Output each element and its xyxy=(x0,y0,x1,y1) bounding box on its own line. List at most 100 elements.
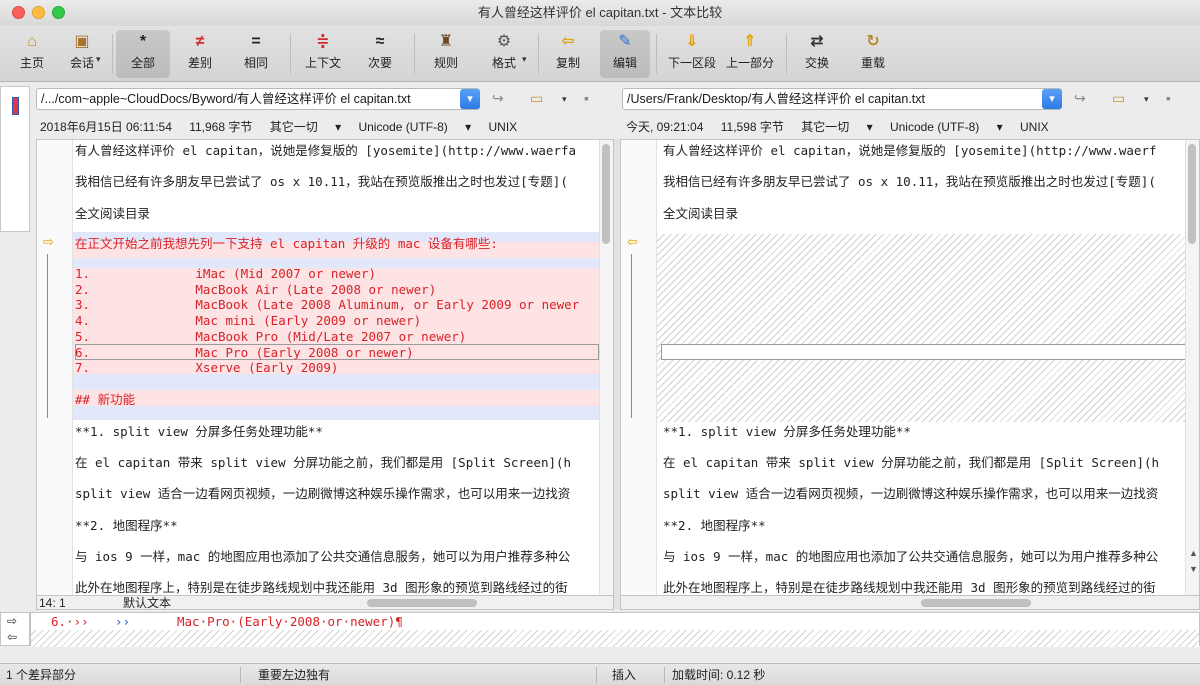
text-line: 我相信已经有许多朋友早已尝试了 os x 10.11，我站在预览版推出之时也发过… xyxy=(663,174,1156,189)
right-date: 今天, 09:21:04 xyxy=(626,120,704,134)
right-vertical-scrollbar[interactable]: ▲ ▼ xyxy=(1185,140,1199,595)
status-bar: 1 个差异部分 重要左边独有 插入 加载时间: 0.12 秒 xyxy=(0,663,1200,685)
right-pane-footer xyxy=(620,596,1200,610)
overview-diff-marker xyxy=(12,97,19,115)
left-path-field[interactable]: /.../com~apple~CloudDocs/Byword/有人曾经这样评价… xyxy=(36,88,480,110)
diff-line: 7. Xserve (Early 2009) xyxy=(75,360,339,375)
prev-part-button[interactable]: ⇑ 上一部分 xyxy=(722,30,778,78)
left-vertical-scrollbar[interactable] xyxy=(599,140,613,595)
chevron-down-icon[interactable]: ▾ xyxy=(562,94,567,105)
text-line: 与 ios 9 一样，mac 的地图应用也添加了公共交通信息服务，她可以为用户推… xyxy=(663,549,1159,564)
right-open-folder-icon[interactable]: ▭ xyxy=(1112,90,1125,107)
right-save-icon[interactable]: ▪ xyxy=(1166,90,1171,106)
session-button[interactable]: ▣ 会话 ▾ xyxy=(60,30,104,78)
toolbar-separator xyxy=(290,34,291,74)
horizontal-scroll-thumb[interactable] xyxy=(367,599,477,607)
show-same-button[interactable]: = 相同 xyxy=(230,30,282,78)
text-line: 我相信已经有许多朋友早已尝试了 os x 10.11，我站在预览版推出之时也发过… xyxy=(75,174,568,189)
diff-line: ## 新功能 xyxy=(75,392,136,407)
edit-mode: 插入 xyxy=(612,668,637,682)
copy-arrow-right-icon[interactable]: ⇨ xyxy=(43,234,54,250)
missing-lines-hatch xyxy=(657,234,1197,422)
left-info-row: 2018年6月15日 06:11:54 11,968 字节 其它一切 ▾ Uni… xyxy=(40,117,531,137)
arrow-left-icon[interactable]: ⇦ xyxy=(7,630,17,644)
show-all-button[interactable]: * 全部 xyxy=(116,30,170,78)
left-pane-footer: 14: 1 默认文本 xyxy=(36,596,614,610)
right-info-row: 今天, 09:21:04 11,598 字节 其它一切 ▾ Unicode (U… xyxy=(626,117,1063,137)
next-section-button[interactable]: ⇓ 下一区段 xyxy=(664,30,720,78)
edit-button[interactable]: ✎ 编辑 xyxy=(600,30,650,78)
left-text-pane[interactable]: ⇨ 有人曾经这样评价 el capitan，说她是修复版的 [yosemite]… xyxy=(36,139,614,596)
arrow-right-icon[interactable]: ⇨ xyxy=(7,614,17,628)
scroll-thumb[interactable] xyxy=(1188,144,1196,244)
home-button[interactable]: ⌂ 主页 xyxy=(12,30,52,78)
equal-icon: = xyxy=(251,33,261,50)
status-divider xyxy=(240,667,241,683)
arrow-up-icon: ⇑ xyxy=(743,33,757,50)
scroll-thumb[interactable] xyxy=(602,144,610,244)
chevron-down-icon: ▾ xyxy=(522,54,527,64)
left-lineending[interactable]: UNIX xyxy=(489,120,518,134)
chevron-down-icon[interactable]: ▾ xyxy=(1144,94,1149,105)
reload-button[interactable]: ↻ 重载 xyxy=(850,30,896,78)
diff-line: 4. Mac mini (Early 2009 or newer) xyxy=(75,313,422,328)
rules-button[interactable]: ♜ 规则 xyxy=(422,30,470,78)
left-path-dropdown-button[interactable]: ▾ xyxy=(460,89,480,109)
detail-text: Mac·Pro·(Early·2008·or·newer)¶ xyxy=(177,614,403,629)
diff-line-band xyxy=(73,390,599,406)
detail-left-line: 6.·›› ›› Mac·Pro·(Early·2008·or·newer)¶ xyxy=(31,613,1199,630)
text-line: **2. 地图程序** xyxy=(75,518,178,533)
minor-button[interactable]: ≈ 次要 xyxy=(356,30,404,78)
copy-arrow-left-icon[interactable]: ⇦ xyxy=(627,234,638,250)
asterisk-icon: * xyxy=(139,33,147,50)
scroll-arrow-icon[interactable]: ▼ xyxy=(1189,564,1198,574)
text-line: split view 适合一边看网页视频，一边刷微博这种娱乐操作需求，也可以用来… xyxy=(75,486,571,501)
swap-button[interactable]: ⇄ 交换 xyxy=(794,30,840,78)
right-path-field[interactable]: /Users/Frank/Desktop/有人曾经这样评价 el capitan… xyxy=(622,88,1062,110)
text-line: 全文阅读目录 xyxy=(663,206,739,221)
left-encoding-select[interactable]: Unicode (UTF-8) ▾ xyxy=(358,120,471,134)
app-window: 有人曾经这样评价 el capitan.txt - 文本比较 ⌂ 主页 ▣ 会话… xyxy=(0,0,1200,685)
show-diffs-button[interactable]: ≠ 差别 xyxy=(174,30,226,78)
left-open-folder-icon[interactable]: ▭ xyxy=(530,90,543,107)
copy-button[interactable]: ⇦ 复制 xyxy=(546,30,590,78)
horizontal-scroll-thumb[interactable] xyxy=(921,599,1031,607)
arrow-left-icon: ⇦ xyxy=(561,33,575,50)
zoom-window-button[interactable] xyxy=(52,6,65,19)
text-line: **2. 地图程序** xyxy=(663,518,766,533)
format-button[interactable]: ⚙ 格式 ▾ xyxy=(476,30,532,78)
scroll-arrow-icon[interactable]: ▲ xyxy=(1189,548,1198,558)
status-note: 重要左边独有 xyxy=(258,668,331,682)
cursor-position: 14: 1 xyxy=(39,596,66,610)
approx-icon: ≈ xyxy=(375,33,385,50)
text-line: 有人曾经这样评价 el capitan，说她是修复版的 [yosemite](h… xyxy=(75,143,577,158)
status-divider xyxy=(596,667,597,683)
context-button[interactable]: ≑ 上下文 xyxy=(298,30,348,78)
diff-count: 1 个差异部分 xyxy=(6,668,77,682)
overview-thumbnail[interactable] xyxy=(0,86,30,232)
right-redo-icon[interactable]: ↪ xyxy=(1074,90,1086,107)
right-encoding-select[interactable]: Unicode (UTF-8) ▾ xyxy=(890,120,1003,134)
right-path-dropdown-button[interactable]: ▾ xyxy=(1042,89,1062,109)
diff-line: 5. MacBook Pro (Mid/Late 2007 or newer) xyxy=(75,329,467,344)
right-mode-select[interactable]: 其它一切 ▾ xyxy=(801,120,872,134)
toolbar-separator xyxy=(414,34,415,74)
right-lineending[interactable]: UNIX xyxy=(1020,120,1049,134)
gear-document-icon: ⚙ xyxy=(496,33,512,50)
left-date: 2018年6月15日 06:11:54 xyxy=(40,120,172,134)
right-text-pane[interactable]: ⇦ 有人曾经这样评价 el capitan，说她是修复版的 [yosemite]… xyxy=(620,139,1200,596)
left-mode-select[interactable]: 其它一切 ▾ xyxy=(270,120,341,134)
window-title: 有人曾经这样评价 el capitan.txt - 文本比较 xyxy=(477,5,723,20)
left-save-icon[interactable]: ▪ xyxy=(584,90,589,106)
pencil-icon: ✎ xyxy=(618,33,632,50)
minimize-window-button[interactable] xyxy=(32,6,45,19)
close-window-button[interactable] xyxy=(12,6,25,19)
text-mode[interactable]: 默认文本 xyxy=(123,596,171,610)
detail-right-line xyxy=(31,630,1199,647)
arrow-down-icon: ⇓ xyxy=(685,33,699,50)
left-redo-icon[interactable]: ↪ xyxy=(492,90,504,107)
text-line: 在 el capitan 带来 split view 分屏功能之前，我们都是用 … xyxy=(75,455,572,470)
text-line: 与 ios 9 一样，mac 的地图应用也添加了公共交通信息服务，她可以为用户推… xyxy=(75,549,571,564)
context-icon: ≑ xyxy=(316,33,330,50)
text-line: split view 适合一边看网页视频，一边刷微博这种娱乐操作需求，也可以用来… xyxy=(663,486,1159,501)
